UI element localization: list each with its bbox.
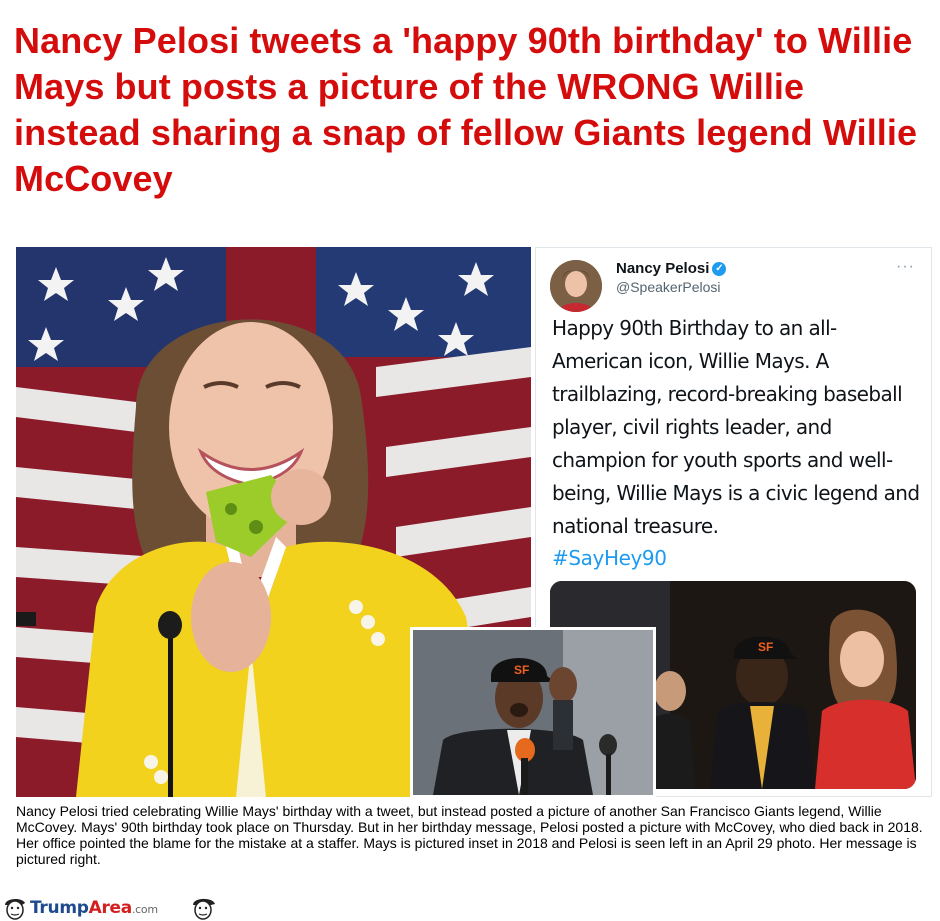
- svg-text:SF: SF: [514, 663, 529, 677]
- tweet-author-handle[interactable]: @SpeakerPelosi: [616, 279, 721, 295]
- svg-text:SF: SF: [758, 640, 773, 654]
- willie-mays-inset-photo: SF: [410, 627, 656, 798]
- headline: Nancy Pelosi tweets a 'happy 90th birthd…: [14, 20, 918, 199]
- photo-caption: Nancy Pelosi tried celebrating Willie Ma…: [16, 803, 923, 867]
- avatar[interactable]: [550, 260, 602, 312]
- verified-badge-icon: ✓: [712, 262, 727, 277]
- trumparea-logo[interactable]: TrumpArea.com: [30, 898, 158, 918]
- tweet-hashtag[interactable]: #SayHey90: [552, 544, 667, 572]
- tweet-author-name[interactable]: Nancy Pelosi ✓: [616, 260, 727, 277]
- tweet-text: Happy 90th Birthday to an all-American i…: [552, 316, 920, 538]
- more-options-icon[interactable]: ···: [896, 258, 915, 276]
- trump-caricature-icon: [193, 898, 215, 920]
- footer-branding: TrumpArea.com: [0, 895, 260, 921]
- trump-caricature-icon: [5, 899, 25, 920]
